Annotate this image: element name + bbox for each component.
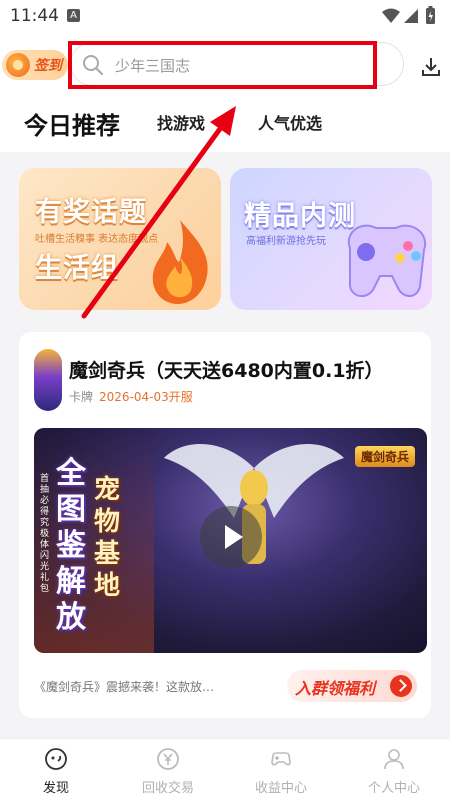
nav-recycle-trade-label: 回收交易 (141, 781, 194, 796)
game-title[interactable]: 魔剑奇兵（天天送6480内置0.1折） (69, 356, 384, 383)
top-tabs: 今日推荐 找游戏 人气优选 (0, 96, 450, 152)
nav-discover-label: 发现 (42, 781, 69, 796)
tab-find-games[interactable]: 找游戏 (157, 110, 205, 134)
tab-today-recommend[interactable]: 今日推荐 (24, 106, 120, 141)
play-button[interactable] (200, 506, 262, 568)
tab-popular[interactable]: 人气优选 (258, 110, 322, 134)
nav-earnings[interactable]: 收益中心 (225, 739, 337, 800)
download-icon[interactable] (420, 56, 442, 78)
banner-beta-subtitle: 高福利新游抢先玩 (246, 236, 326, 247)
banner-topic-title-2: 生活组 (35, 253, 119, 284)
game-meta: 卡牌 2026-04-03开服 (69, 388, 193, 405)
search-highlight-box (68, 41, 377, 89)
game-video[interactable]: 首抽必得究极体闪光礼包 全图鉴解放 宠物基地 魔剑奇兵 (34, 428, 427, 653)
game-icon[interactable] (34, 349, 62, 411)
banner-topic-title: 有奖话题 (35, 197, 147, 228)
nav-profile-label: 个人中心 (367, 781, 420, 796)
nav-earnings-label: 收益中心 (254, 781, 307, 796)
notification-icon: A (67, 9, 80, 22)
banner-topic-subtitle: 吐槽生活糗事 表达态度观点 (35, 234, 159, 245)
header: 签到 少年三国志 (0, 34, 450, 96)
checkin-button[interactable]: 签到 (2, 50, 68, 80)
yuan-coin-icon (157, 748, 179, 770)
game-description[interactable]: 《魔剑奇兵》震撼来袭！这款放… (34, 678, 214, 695)
video-poster-side-text: 宠物基地 (94, 475, 121, 601)
video-poster-main-text: 全图鉴解放 (56, 456, 86, 635)
signal-icon (404, 9, 418, 23)
gamepad-icon (347, 224, 427, 297)
join-group-label: 入群领福利 (295, 679, 376, 698)
video-game-logo: 魔剑奇兵 (354, 446, 415, 467)
gamepad-icon (271, 752, 291, 766)
wifi-icon (382, 8, 400, 23)
coin-icon (6, 53, 30, 77)
checkin-label: 签到 (34, 58, 62, 74)
video-poster-small-text: 首抽必得究极体闪光礼包 (40, 474, 50, 594)
status-time: 11:44 (10, 6, 59, 26)
battery-icon (426, 6, 435, 24)
bottom-nav: 发现 回收交易 收益中心 个人中心 (0, 738, 450, 800)
person-icon (384, 749, 404, 770)
nav-recycle-trade[interactable]: 回收交易 (112, 739, 224, 800)
flame-icon (152, 220, 208, 304)
nav-profile[interactable]: 个人中心 (338, 739, 450, 800)
game-category: 卡牌 (69, 390, 94, 404)
game-card[interactable]: 魔剑奇兵（天天送6480内置0.1折） 卡牌 2026-04-03开服 首抽必得究… (19, 332, 431, 718)
discover-icon (45, 748, 67, 770)
nav-discover[interactable]: 发现 (0, 739, 112, 800)
chevron-right-icon (390, 675, 412, 697)
status-bar: 11:44 A (0, 0, 450, 34)
status-icons (382, 6, 435, 24)
banner-beta[interactable]: 精品内测 高福利新游抢先玩 (230, 168, 432, 310)
banner-topic[interactable]: 有奖话题 吐槽生活糗事 表达态度观点 生活组 (19, 168, 221, 310)
game-open-date: 2026-04-03开服 (99, 390, 193, 404)
join-group-button[interactable]: 入群领福利 (287, 670, 417, 702)
